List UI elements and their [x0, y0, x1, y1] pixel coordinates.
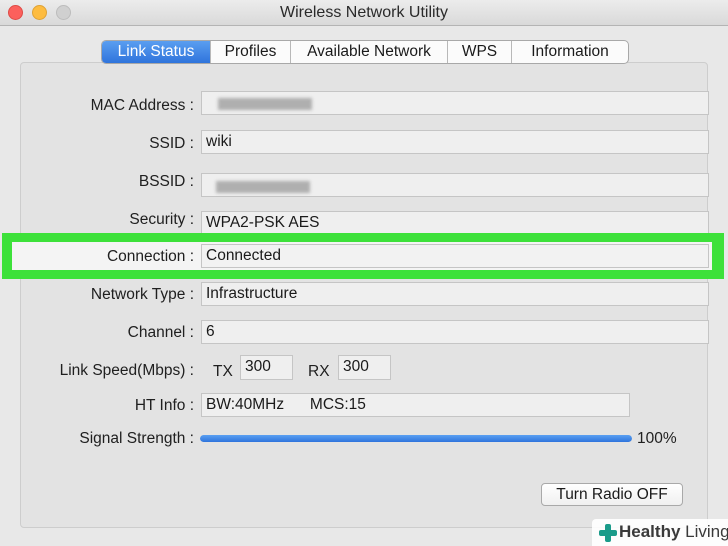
- tab-profiles[interactable]: Profiles: [211, 41, 291, 63]
- redacted-mac-blur: [218, 98, 312, 110]
- watermark-light: Living: [680, 522, 728, 541]
- signal-strength-fill: [200, 435, 632, 442]
- connection-field: Connected: [201, 244, 709, 268]
- mac-address-label: MAC Address :: [90, 97, 194, 114]
- ssid-label: SSID :: [149, 135, 194, 152]
- tab-bar: Link Status Profiles Available Network W…: [101, 40, 629, 64]
- window-title: Wireless Network Utility: [279, 4, 448, 21]
- security-field: WPA2-PSK AES: [201, 211, 709, 235]
- tab-wps[interactable]: WPS: [448, 41, 512, 63]
- bssid-field: [201, 173, 709, 197]
- tab-information[interactable]: Information: [512, 41, 628, 63]
- tx-label: TX: [213, 363, 233, 380]
- watermark: Healthy Living: [592, 519, 728, 546]
- bssid-label: BSSID :: [138, 173, 194, 190]
- security-label: Security :: [129, 211, 194, 228]
- turn-radio-off-button[interactable]: Turn Radio OFF: [541, 483, 683, 506]
- healthy-living-logo-icon: [599, 524, 617, 542]
- ht-info-label: HT Info :: [134, 397, 194, 414]
- network-type-field: Infrastructure: [201, 282, 709, 306]
- ssid-field: wiki: [201, 130, 709, 154]
- connection-label: Connection :: [106, 248, 194, 265]
- link-speed-label: Link Speed(Mbps) :: [59, 362, 194, 379]
- mac-address-field: [201, 91, 709, 115]
- tab-available-network[interactable]: Available Network: [291, 41, 448, 63]
- rx-speed-field: 300: [338, 355, 391, 380]
- tx-speed-field: 300: [240, 355, 293, 380]
- ht-info-field: BW:40MHz MCS:15: [201, 393, 630, 417]
- redacted-bssid-blur: [216, 181, 310, 193]
- signal-strength-label: Signal Strength :: [79, 430, 194, 447]
- rx-label: RX: [308, 363, 330, 380]
- title-bar: Wireless Network Utility: [0, 0, 728, 26]
- signal-strength-bar: [200, 435, 632, 442]
- channel-label: Channel :: [127, 324, 194, 341]
- watermark-bold: Healthy: [619, 522, 681, 541]
- watermark-text: Healthy Living: [619, 522, 728, 542]
- network-type-label: Network Type :: [90, 286, 194, 303]
- signal-strength-value: 100%: [637, 430, 677, 447]
- tab-link-status[interactable]: Link Status: [102, 41, 211, 63]
- channel-field: 6: [201, 320, 709, 344]
